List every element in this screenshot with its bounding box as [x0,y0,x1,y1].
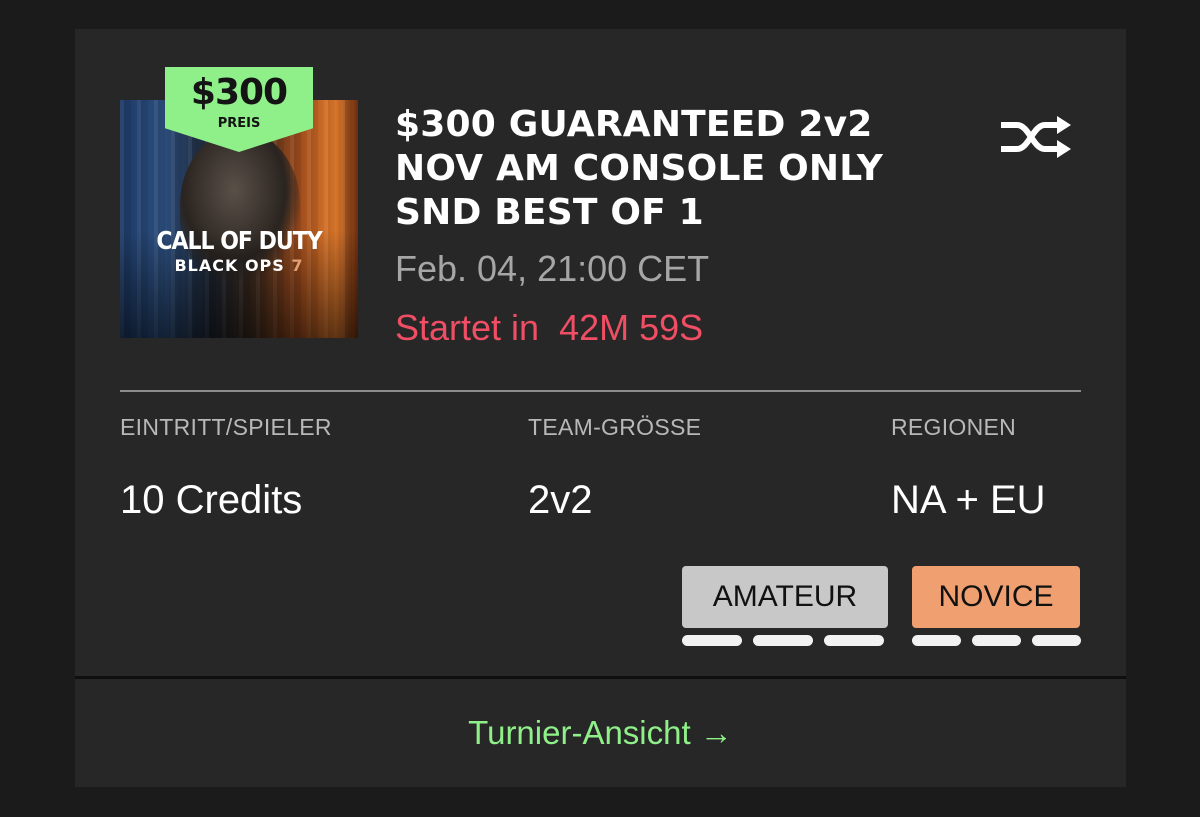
skill-badge-label: NOVICE [912,566,1080,628]
entry-fee-label: EINTRITT/SPIELER [120,414,332,440]
start-countdown: Startet in 42M 59S [395,304,703,352]
tournament-date: Feb. 04, 21:00 CET [395,248,710,289]
footer-divider [75,676,1126,679]
shuffle-icon [1001,116,1071,158]
skill-badge-label: AMATEUR [682,566,888,628]
arrow-right-icon: → [699,714,733,751]
tournament-title[interactable]: $300 GUARANTEED 2v2 NOV AM CONSOLE ONLY … [395,103,955,235]
regions-value: NA + EU [891,478,1046,522]
prize-amount: $300 [190,72,288,113]
skill-badge-novice: NOVICE [912,566,1081,646]
countdown-value: 42M 59S [559,307,704,348]
divider [120,390,1081,392]
skill-level-indicator [682,635,888,646]
entry-fee-value: 10 Credits [120,478,303,522]
countdown-prefix: Startet in [395,307,540,348]
regions-label: REGIONEN [891,414,1017,440]
game-logo-title: CALL OF DUTY [156,227,322,256]
tournament-view-link-label[interactable]: Turnier-Ansicht [468,714,691,751]
skill-level-indicator [912,635,1081,646]
tournament-card[interactable]: CALL OF DUTY BLACK OPS 7 $300 PREIS $300… [75,29,1126,787]
team-size-value: 2v2 [528,478,593,522]
prize-label: PREIS [217,116,261,131]
tournament-view-link[interactable]: Turnier-Ansicht → [75,709,1126,757]
team-size-label: TEAM-GRÖSSE [528,414,702,440]
skill-badge-amateur: AMATEUR [682,566,888,646]
game-logo-subtitle: BLACK OPS 7 [174,256,304,275]
